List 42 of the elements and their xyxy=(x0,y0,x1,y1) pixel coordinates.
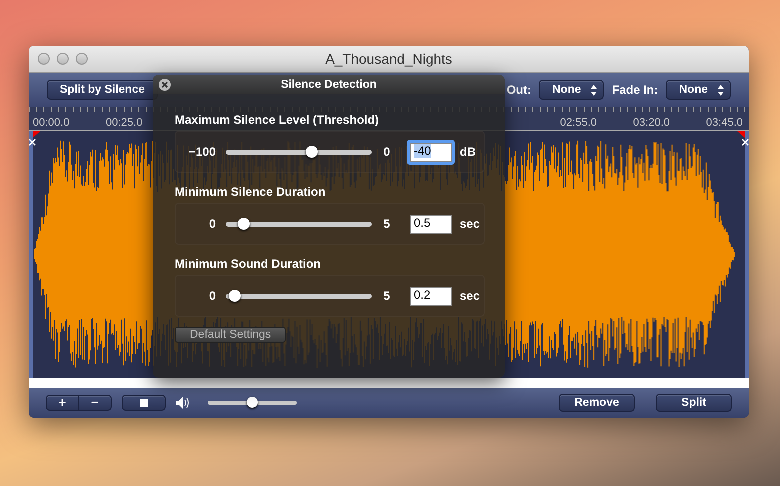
dialog-title: Silence Detection xyxy=(281,78,377,90)
max-label: 5 xyxy=(382,217,392,231)
time-label: 03:20.0 xyxy=(633,117,671,129)
split-button[interactable]: Split xyxy=(656,394,732,412)
time-label: 00:00.0 xyxy=(33,117,71,129)
add-button[interactable]: + xyxy=(46,395,79,411)
section-title: Maximum Silence Level (Threshold) xyxy=(175,113,380,127)
fade-label: Out: xyxy=(506,83,532,97)
close-icon xyxy=(159,78,171,90)
max-label: 0 xyxy=(382,145,392,159)
close-icon xyxy=(29,139,36,146)
value-field[interactable]: 0.2 xyxy=(410,286,452,306)
section-title: Minimum Sound Duration xyxy=(175,257,321,271)
slider-thumb[interactable] xyxy=(306,146,318,158)
updown-arrows-icon xyxy=(718,84,724,96)
min-label: 0 xyxy=(208,289,216,303)
min-label: 0 xyxy=(208,217,216,231)
time-label: 00:25.0 xyxy=(106,117,144,129)
updown-arrows-icon xyxy=(591,84,598,96)
unit-label: sec xyxy=(460,289,480,303)
fade-label: Fade In: xyxy=(612,83,658,97)
max-label: 5 xyxy=(382,289,392,303)
unit-label: dB xyxy=(460,145,476,159)
section-title: Minimum Silence Duration xyxy=(175,185,326,199)
end-marker-icon xyxy=(737,131,745,138)
value-field[interactable]: 0.5 xyxy=(410,214,452,234)
min-label: −100 xyxy=(188,145,216,159)
time-label: 02:55.0 xyxy=(560,117,598,129)
slider-thumb[interactable] xyxy=(246,397,258,408)
time-label: 03:45.0 xyxy=(706,117,743,129)
unit-label: sec xyxy=(460,217,480,231)
fade-popup[interactable]: None xyxy=(539,80,604,100)
remove-button[interactable]: Remove xyxy=(559,394,635,412)
value-field[interactable]: -40 xyxy=(410,142,452,162)
slider-thumb[interactable] xyxy=(238,218,250,230)
speaker-icon xyxy=(176,397,190,409)
window-title: A_Thousand_Nights xyxy=(326,51,452,67)
close-icon xyxy=(742,139,749,146)
stop-button[interactable] xyxy=(122,395,166,411)
fade-popup[interactable]: None xyxy=(666,80,731,100)
slider-thumb[interactable] xyxy=(228,290,241,302)
remove-track-button[interactable]: − xyxy=(79,395,112,411)
